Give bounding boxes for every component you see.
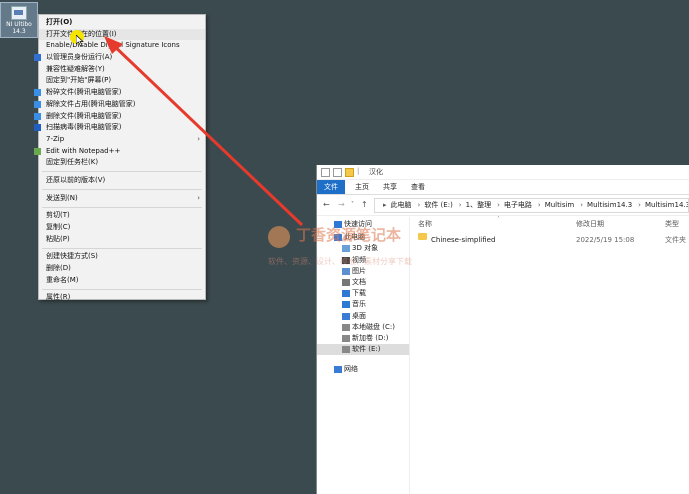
mouse-cursor-icon xyxy=(76,35,84,46)
annotation-arrow-icon xyxy=(104,36,304,227)
